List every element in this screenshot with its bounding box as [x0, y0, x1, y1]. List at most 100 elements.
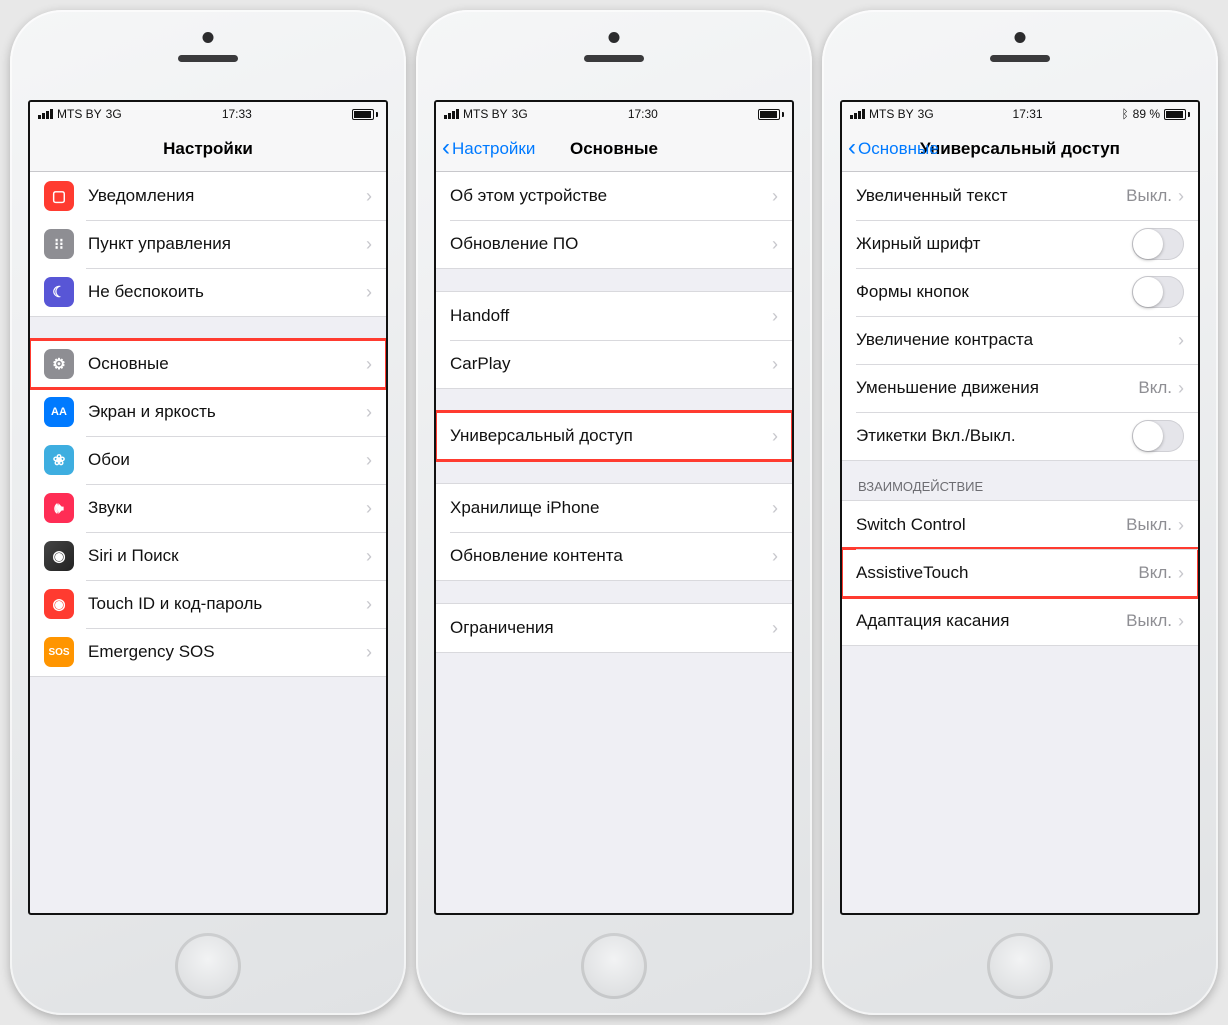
row-touchid[interactable]: ◉Touch ID и код-пароль›	[30, 580, 386, 628]
home-button[interactable]	[987, 933, 1053, 999]
row-label: Обновление контента	[450, 546, 772, 566]
row-label: Обои	[88, 450, 366, 470]
chevron-right-icon: ›	[772, 306, 778, 327]
row-control-center[interactable]: ⁝⁝Пункт управления›	[30, 220, 386, 268]
row-label: Формы кнопок	[856, 282, 1132, 302]
home-button[interactable]	[175, 933, 241, 999]
chevron-right-icon: ›	[772, 498, 778, 519]
chevron-right-icon: ›	[1178, 378, 1184, 399]
row-label: Об этом устройстве	[450, 186, 772, 206]
chevron-right-icon: ›	[1178, 186, 1184, 207]
row-label: Handoff	[450, 306, 772, 326]
row-label: Siri и Поиск	[88, 546, 366, 566]
carrier-label: MTS BY	[869, 107, 914, 121]
row-switch-control[interactable]: Switch ControlВыкл.›	[842, 501, 1198, 549]
chevron-right-icon: ›	[772, 426, 778, 447]
signal-icon	[38, 109, 53, 119]
row-label: Экран и яркость	[88, 402, 366, 422]
row-siri[interactable]: ◉Siri и Поиск›	[30, 532, 386, 580]
row-carplay[interactable]: CarPlay›	[436, 340, 792, 388]
chevron-right-icon: ›	[366, 498, 372, 519]
chevron-right-icon: ›	[366, 546, 372, 567]
row-label: Жирный шрифт	[856, 234, 1132, 254]
row-label: Хранилище iPhone	[450, 498, 772, 518]
wallpaper-icon: ❀	[44, 445, 74, 475]
row-label: Обновление ПО	[450, 234, 772, 254]
row-assistivetouch[interactable]: AssistiveTouchВкл.›	[842, 549, 1198, 597]
row-label: CarPlay	[450, 354, 772, 374]
camera-dot	[1015, 32, 1026, 43]
notifications-icon: ▢	[44, 181, 74, 211]
battery-icon	[1164, 109, 1190, 120]
chevron-right-icon: ›	[366, 354, 372, 375]
row-label: Уведомления	[88, 186, 366, 206]
row-sos[interactable]: SOSEmergency SOS›	[30, 628, 386, 676]
back-button[interactable]: ‹Настройки	[442, 126, 535, 171]
chevron-left-icon: ‹	[442, 136, 450, 160]
chevron-right-icon: ›	[1178, 611, 1184, 632]
chevron-right-icon: ›	[366, 402, 372, 423]
chevron-right-icon: ›	[366, 594, 372, 615]
toggle-switch[interactable]	[1132, 276, 1184, 308]
display-icon: AA	[44, 397, 74, 427]
row-reduce-motion[interactable]: Уменьшение движенияВкл.›	[842, 364, 1198, 412]
chevron-right-icon: ›	[1178, 330, 1184, 351]
camera-dot	[203, 32, 214, 43]
row-sounds[interactable]: 🕪Звуки›	[30, 484, 386, 532]
row-dnd[interactable]: ☾Не беспокоить›	[30, 268, 386, 316]
page-title: Универсальный доступ	[920, 139, 1120, 159]
phone-frame-2: MTS BY 3G 17:30 ‹Настройки Основные Об э…	[416, 10, 812, 1015]
settings-list: Об этом устройстве› Обновление ПО› Hando…	[436, 172, 792, 913]
earpiece	[990, 55, 1050, 62]
row-background-refresh[interactable]: Обновление контента›	[436, 532, 792, 580]
row-general[interactable]: ⚙Основные›	[30, 340, 386, 388]
chevron-right-icon: ›	[772, 354, 778, 375]
row-software-update[interactable]: Обновление ПО›	[436, 220, 792, 268]
chevron-right-icon: ›	[1178, 563, 1184, 584]
row-label: AssistiveTouch	[856, 563, 1138, 583]
row-label: Этикетки Вкл./Выкл.	[856, 426, 1132, 446]
navbar: Настройки	[30, 126, 386, 172]
row-label: Звуки	[88, 498, 366, 518]
row-button-shapes[interactable]: Формы кнопок	[842, 268, 1198, 316]
page-title: Основные	[570, 139, 658, 159]
row-about[interactable]: Об этом устройстве›	[436, 172, 792, 220]
navbar: ‹Настройки Основные	[436, 126, 792, 172]
row-notifications[interactable]: ▢Уведомления›	[30, 172, 386, 220]
settings-list: Увеличенный текстВыкл.› Жирный шрифт Фор…	[842, 172, 1198, 913]
row-restrictions[interactable]: Ограничения›	[436, 604, 792, 652]
row-larger-text[interactable]: Увеличенный текстВыкл.›	[842, 172, 1198, 220]
row-onoff-labels[interactable]: Этикетки Вкл./Выкл.	[842, 412, 1198, 460]
row-storage[interactable]: Хранилище iPhone›	[436, 484, 792, 532]
row-accessibility[interactable]: Универсальный доступ›	[436, 412, 792, 460]
row-label: Ограничения	[450, 618, 772, 638]
row-label: Увеличенный текст	[856, 186, 1126, 206]
network-label: 3G	[106, 107, 122, 121]
battery-icon	[352, 109, 378, 120]
row-increase-contrast[interactable]: Увеличение контраста›	[842, 316, 1198, 364]
status-time: 17:30	[628, 107, 658, 121]
signal-icon	[850, 109, 865, 119]
screen-3: MTS BY 3G 17:31 ᛒ 89 % ‹Основные Универс…	[840, 100, 1200, 915]
home-button[interactable]	[581, 933, 647, 999]
back-label: Основные	[858, 139, 939, 159]
back-button[interactable]: ‹Основные	[848, 126, 939, 171]
row-display[interactable]: AA Экран и яркость›	[30, 388, 386, 436]
toggle-switch[interactable]	[1132, 228, 1184, 260]
chevron-right-icon: ›	[366, 234, 372, 255]
chevron-right-icon: ›	[772, 546, 778, 567]
row-wallpaper[interactable]: ❀Обои›	[30, 436, 386, 484]
row-bold-text[interactable]: Жирный шрифт	[842, 220, 1198, 268]
chevron-right-icon: ›	[366, 282, 372, 303]
toggle-switch[interactable]	[1132, 420, 1184, 452]
network-label: 3G	[512, 107, 528, 121]
row-handoff[interactable]: Handoff›	[436, 292, 792, 340]
row-label: Основные	[88, 354, 366, 374]
camera-dot	[609, 32, 620, 43]
dnd-icon: ☾	[44, 277, 74, 307]
row-touch-accommodations[interactable]: Адаптация касанияВыкл.›	[842, 597, 1198, 645]
row-value: Выкл.	[1126, 515, 1172, 535]
row-value: Вкл.	[1138, 378, 1172, 398]
control-center-icon: ⁝⁝	[44, 229, 74, 259]
signal-icon	[444, 109, 459, 119]
